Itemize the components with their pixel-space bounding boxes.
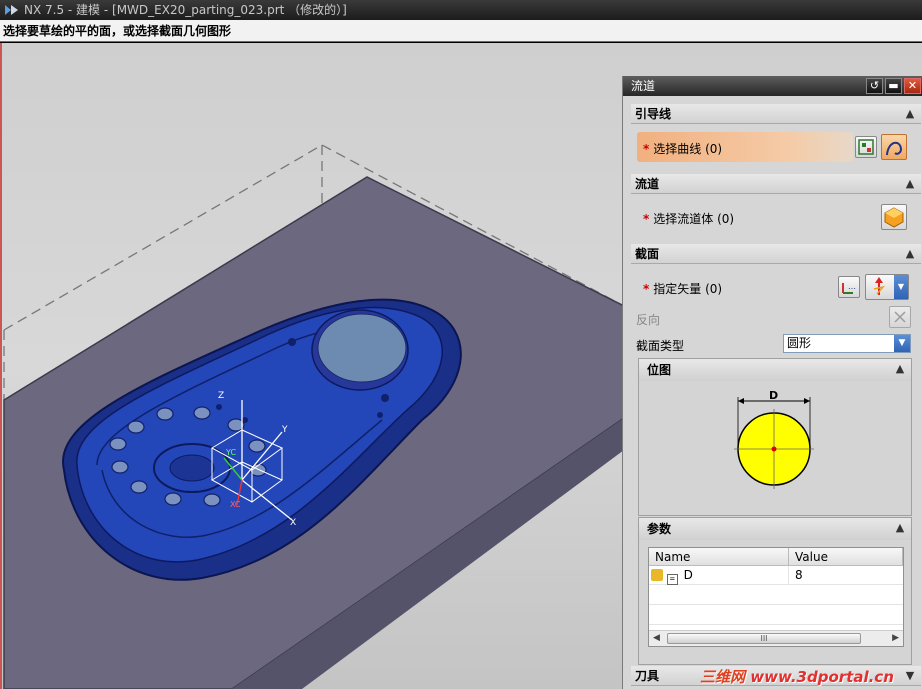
minimize-icon: ▬ <box>888 79 899 92</box>
top-boss-face[interactable] <box>317 313 407 383</box>
chevron-down-icon: ▼ <box>894 275 908 299</box>
reset-icon: ↺ <box>869 79 880 92</box>
collapse-icon[interactable]: ▲ <box>903 247 917 261</box>
svg-text:…: … <box>848 282 856 291</box>
lock-icon[interactable] <box>651 569 663 581</box>
site-watermark: 三维网 www.3dportal.cn <box>700 668 894 686</box>
scroll-thumb[interactable]: III <box>667 633 861 644</box>
section-type-select[interactable]: 圆形 ▼ <box>783 334 911 353</box>
collapse-icon[interactable]: ▲ <box>893 521 907 535</box>
collapse-icon[interactable]: ▲ <box>903 177 917 191</box>
bitmap-header[interactable]: 位图 ▲ <box>639 359 911 381</box>
dimension-label-d: D <box>769 389 779 402</box>
collapse-icon[interactable]: ▲ <box>903 107 917 121</box>
reverse-direction-label: 反向 <box>636 313 661 327</box>
axis-label-y: Y <box>281 425 288 435</box>
scroll-right-icon[interactable]: ▶ <box>892 633 899 643</box>
circular-section-diagram <box>734 397 814 489</box>
chevron-down-icon[interactable]: ▼ <box>894 335 910 352</box>
horizontal-scrollbar[interactable]: ◀ III ▶ <box>649 630 903 646</box>
vector-dialog-button[interactable]: … <box>838 276 860 298</box>
vector-constructor-icon: … <box>842 282 856 294</box>
select-body-button[interactable] <box>881 204 907 230</box>
runner-dialog[interactable]: 流道 ↺ ▬ ✕ 引导线 ▲ * 选择曲线 (0) 流道 ▲ * 选择流道体 (0)… <box>622 76 922 689</box>
inferred-vector-icon <box>873 277 886 295</box>
minimize-button[interactable]: ▬ <box>885 78 902 94</box>
section-type-label: 截面类型 <box>636 339 685 353</box>
param-name-cell[interactable]: = D <box>649 566 789 585</box>
curve-rule-button[interactable] <box>855 136 877 158</box>
curve-icon <box>886 141 903 156</box>
column-header-name[interactable]: Name <box>649 548 789 566</box>
close-icon: ✕ <box>907 79 918 92</box>
table-row-empty <box>649 586 903 605</box>
bitmap-panel: 位图 ▲ D <box>638 358 912 516</box>
curve-rule-icon <box>858 139 874 155</box>
column-header-value[interactable]: Value <box>789 548 903 566</box>
close-button[interactable]: ✕ <box>904 78 921 94</box>
nx-logo-icon <box>5 5 18 15</box>
vector-type-dropdown[interactable]: ▼ <box>865 274 909 300</box>
group-header-section[interactable]: 截面 ▲ <box>631 244 921 264</box>
reverse-direction-button[interactable] <box>889 306 911 328</box>
axis-label-yc: YC <box>225 448 236 457</box>
expand-icon[interactable]: ▼ <box>903 669 917 683</box>
select-curve-button[interactable] <box>881 134 907 160</box>
group-header-guide[interactable]: 引导线 ▲ <box>631 104 921 124</box>
scroll-left-icon[interactable]: ◀ <box>653 633 660 643</box>
reset-button[interactable]: ↺ <box>866 78 883 94</box>
group-header-runner[interactable]: 流道 ▲ <box>631 174 921 194</box>
window-title-bar: NX 7.5 - 建模 - [MWD_EX20_parting_023.prt … <box>0 0 922 20</box>
center-hole[interactable] <box>169 454 215 482</box>
cue-line: 选择要草绘的平的面，或选择截面几何图形 <box>0 20 922 42</box>
specify-vector-label[interactable]: * 指定矢量 (0) <box>643 280 722 297</box>
param-value-cell[interactable]: 8 <box>789 566 903 585</box>
dialog-title: 流道 <box>631 79 656 93</box>
select-runner-label[interactable]: * 选择流道体 (0) <box>643 210 734 227</box>
reverse-direction-icon <box>894 311 906 323</box>
axis-label-z: Z <box>218 391 224 401</box>
dialog-title-bar[interactable]: 流道 ↺ ▬ ✕ <box>623 76 922 96</box>
parameters-table[interactable]: Name Value = D 8 ◀ III ▶ <box>648 547 904 647</box>
axis-label-xc: XC <box>230 500 241 509</box>
axis-label-x: X <box>290 518 296 528</box>
expression-icon: = <box>666 574 678 585</box>
table-row-empty <box>649 606 903 625</box>
collapse-icon[interactable]: ▲ <box>893 362 907 376</box>
window-title: NX 7.5 - 建模 - [MWD_EX20_parting_023.prt … <box>24 3 347 17</box>
parameters-panel: 参数 ▲ Name Value = D 8 ◀ III ▶ <box>638 517 912 665</box>
solid-body-icon <box>884 207 904 228</box>
select-curve-label[interactable]: * 选择曲线 (0) <box>643 140 722 157</box>
parameters-header[interactable]: 参数 ▲ <box>639 518 911 540</box>
